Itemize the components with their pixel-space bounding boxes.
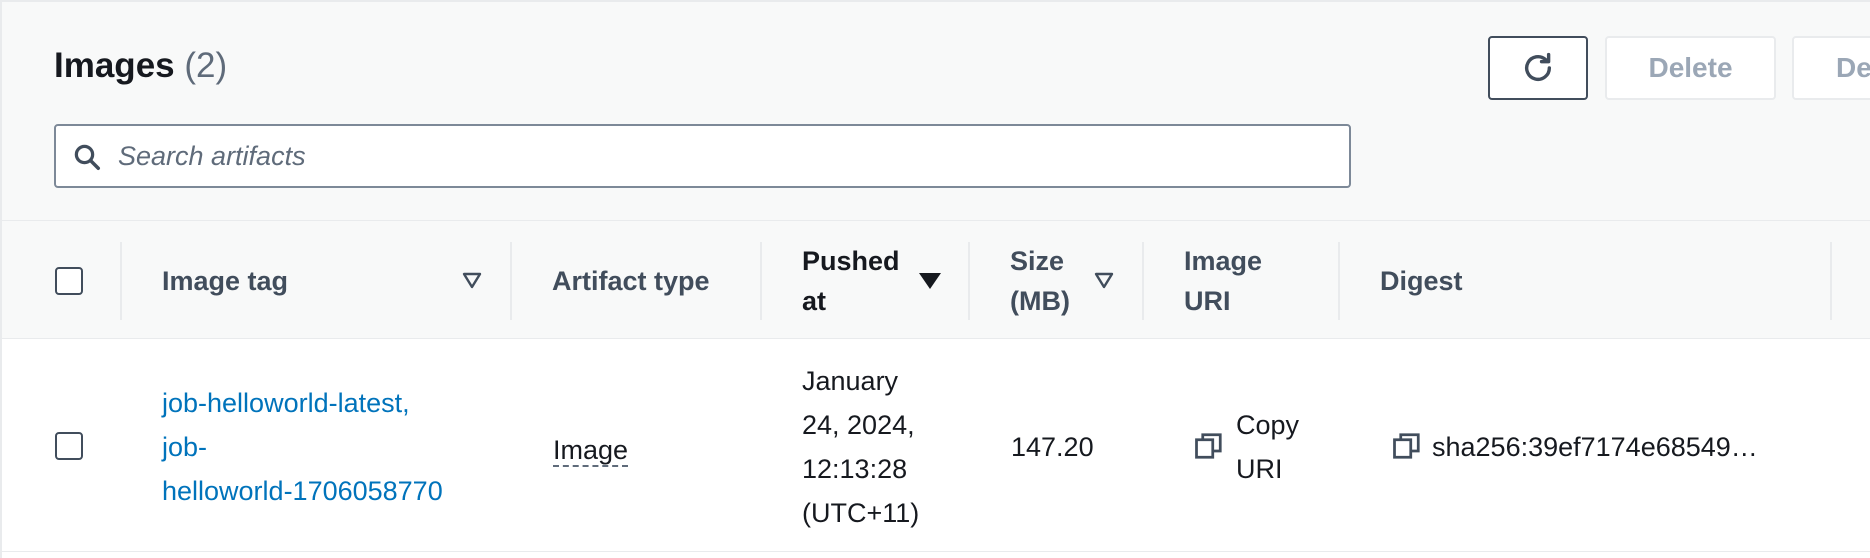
copy-uri-line1: Copy [1236,410,1300,440]
copy-digest-icon[interactable] [1392,431,1422,461]
copy-uri-line2: URI [1236,454,1283,484]
column-divider [1142,242,1144,320]
search-input[interactable] [118,134,1318,178]
pushed-at-line1: January [802,366,899,396]
select-all-checkbox[interactable] [55,267,83,295]
search-box[interactable] [54,124,1351,188]
image-tag-line3: helloworld-1706058770 [162,476,443,506]
row-checkbox[interactable] [55,432,83,460]
panel-header: Images (2) Delete Det [2,2,1870,221]
column-divider [120,242,122,320]
size-label-line2: (MB) [1010,286,1070,316]
image-uri-label-line2: URI [1184,286,1231,316]
column-header-artifact-type[interactable]: Artifact type [552,261,710,301]
search-icon [74,144,100,170]
column-divider [760,242,762,320]
artifact-type-cell[interactable]: Image [553,428,629,472]
column-header-image-tag[interactable]: Image tag [162,261,288,301]
column-divider [968,242,970,320]
pushed-at-line2: 24, 2024, [802,410,915,440]
size-cell: 147.20 [1011,432,1094,462]
pushed-at-cell: January 24, 2024, 12:13:28 (UTC+11) [802,359,919,535]
column-divider [1830,242,1832,320]
title-count: (2) [184,46,228,85]
refresh-icon [1524,52,1552,81]
sort-down-filled-icon[interactable] [918,272,942,290]
digest-value: sha256:39ef7174e68549… [1432,432,1758,462]
delete-button[interactable]: Delete [1605,36,1776,100]
artifact-type-value[interactable]: Image [553,435,629,467]
column-divider [1338,242,1340,320]
size-label-line1: Size [1010,246,1065,276]
column-header-image-uri: Image URI [1184,241,1262,321]
title-text: Images [54,46,175,85]
column-header-digest: Digest [1380,266,1463,296]
column-divider [510,242,512,320]
image-tag-line1: job-helloworld-latest, [162,388,410,418]
pushed-at-label-line1: Pushed [802,246,900,276]
column-header-size[interactable]: Size (MB) [1010,241,1070,321]
page-title: Images (2) [54,46,227,86]
pushed-at-line4: (UTC+11) [802,498,920,528]
image-uri-label-line1: Image [1184,246,1263,276]
pushed-at-line3: 12:13:28 [802,454,908,484]
pushed-at-label-line2: at [802,286,827,316]
refresh-button[interactable] [1488,36,1588,100]
copy-uri-button[interactable]: Copy URI [1236,403,1299,491]
sort-down-outline-icon[interactable] [1094,272,1114,290]
images-panel: Images (2) Delete Det Image tag Artifact… [0,0,1870,558]
column-header-pushed-at[interactable]: Pushed at [802,241,900,321]
copy-icon[interactable] [1194,431,1224,461]
details-button[interactable]: Det [1792,36,1870,100]
sort-down-outline-icon[interactable] [462,272,482,290]
image-tag-line2: job- [162,432,208,462]
image-tag-link[interactable]: job-helloworld-latest, job- helloworld-1… [162,381,443,513]
